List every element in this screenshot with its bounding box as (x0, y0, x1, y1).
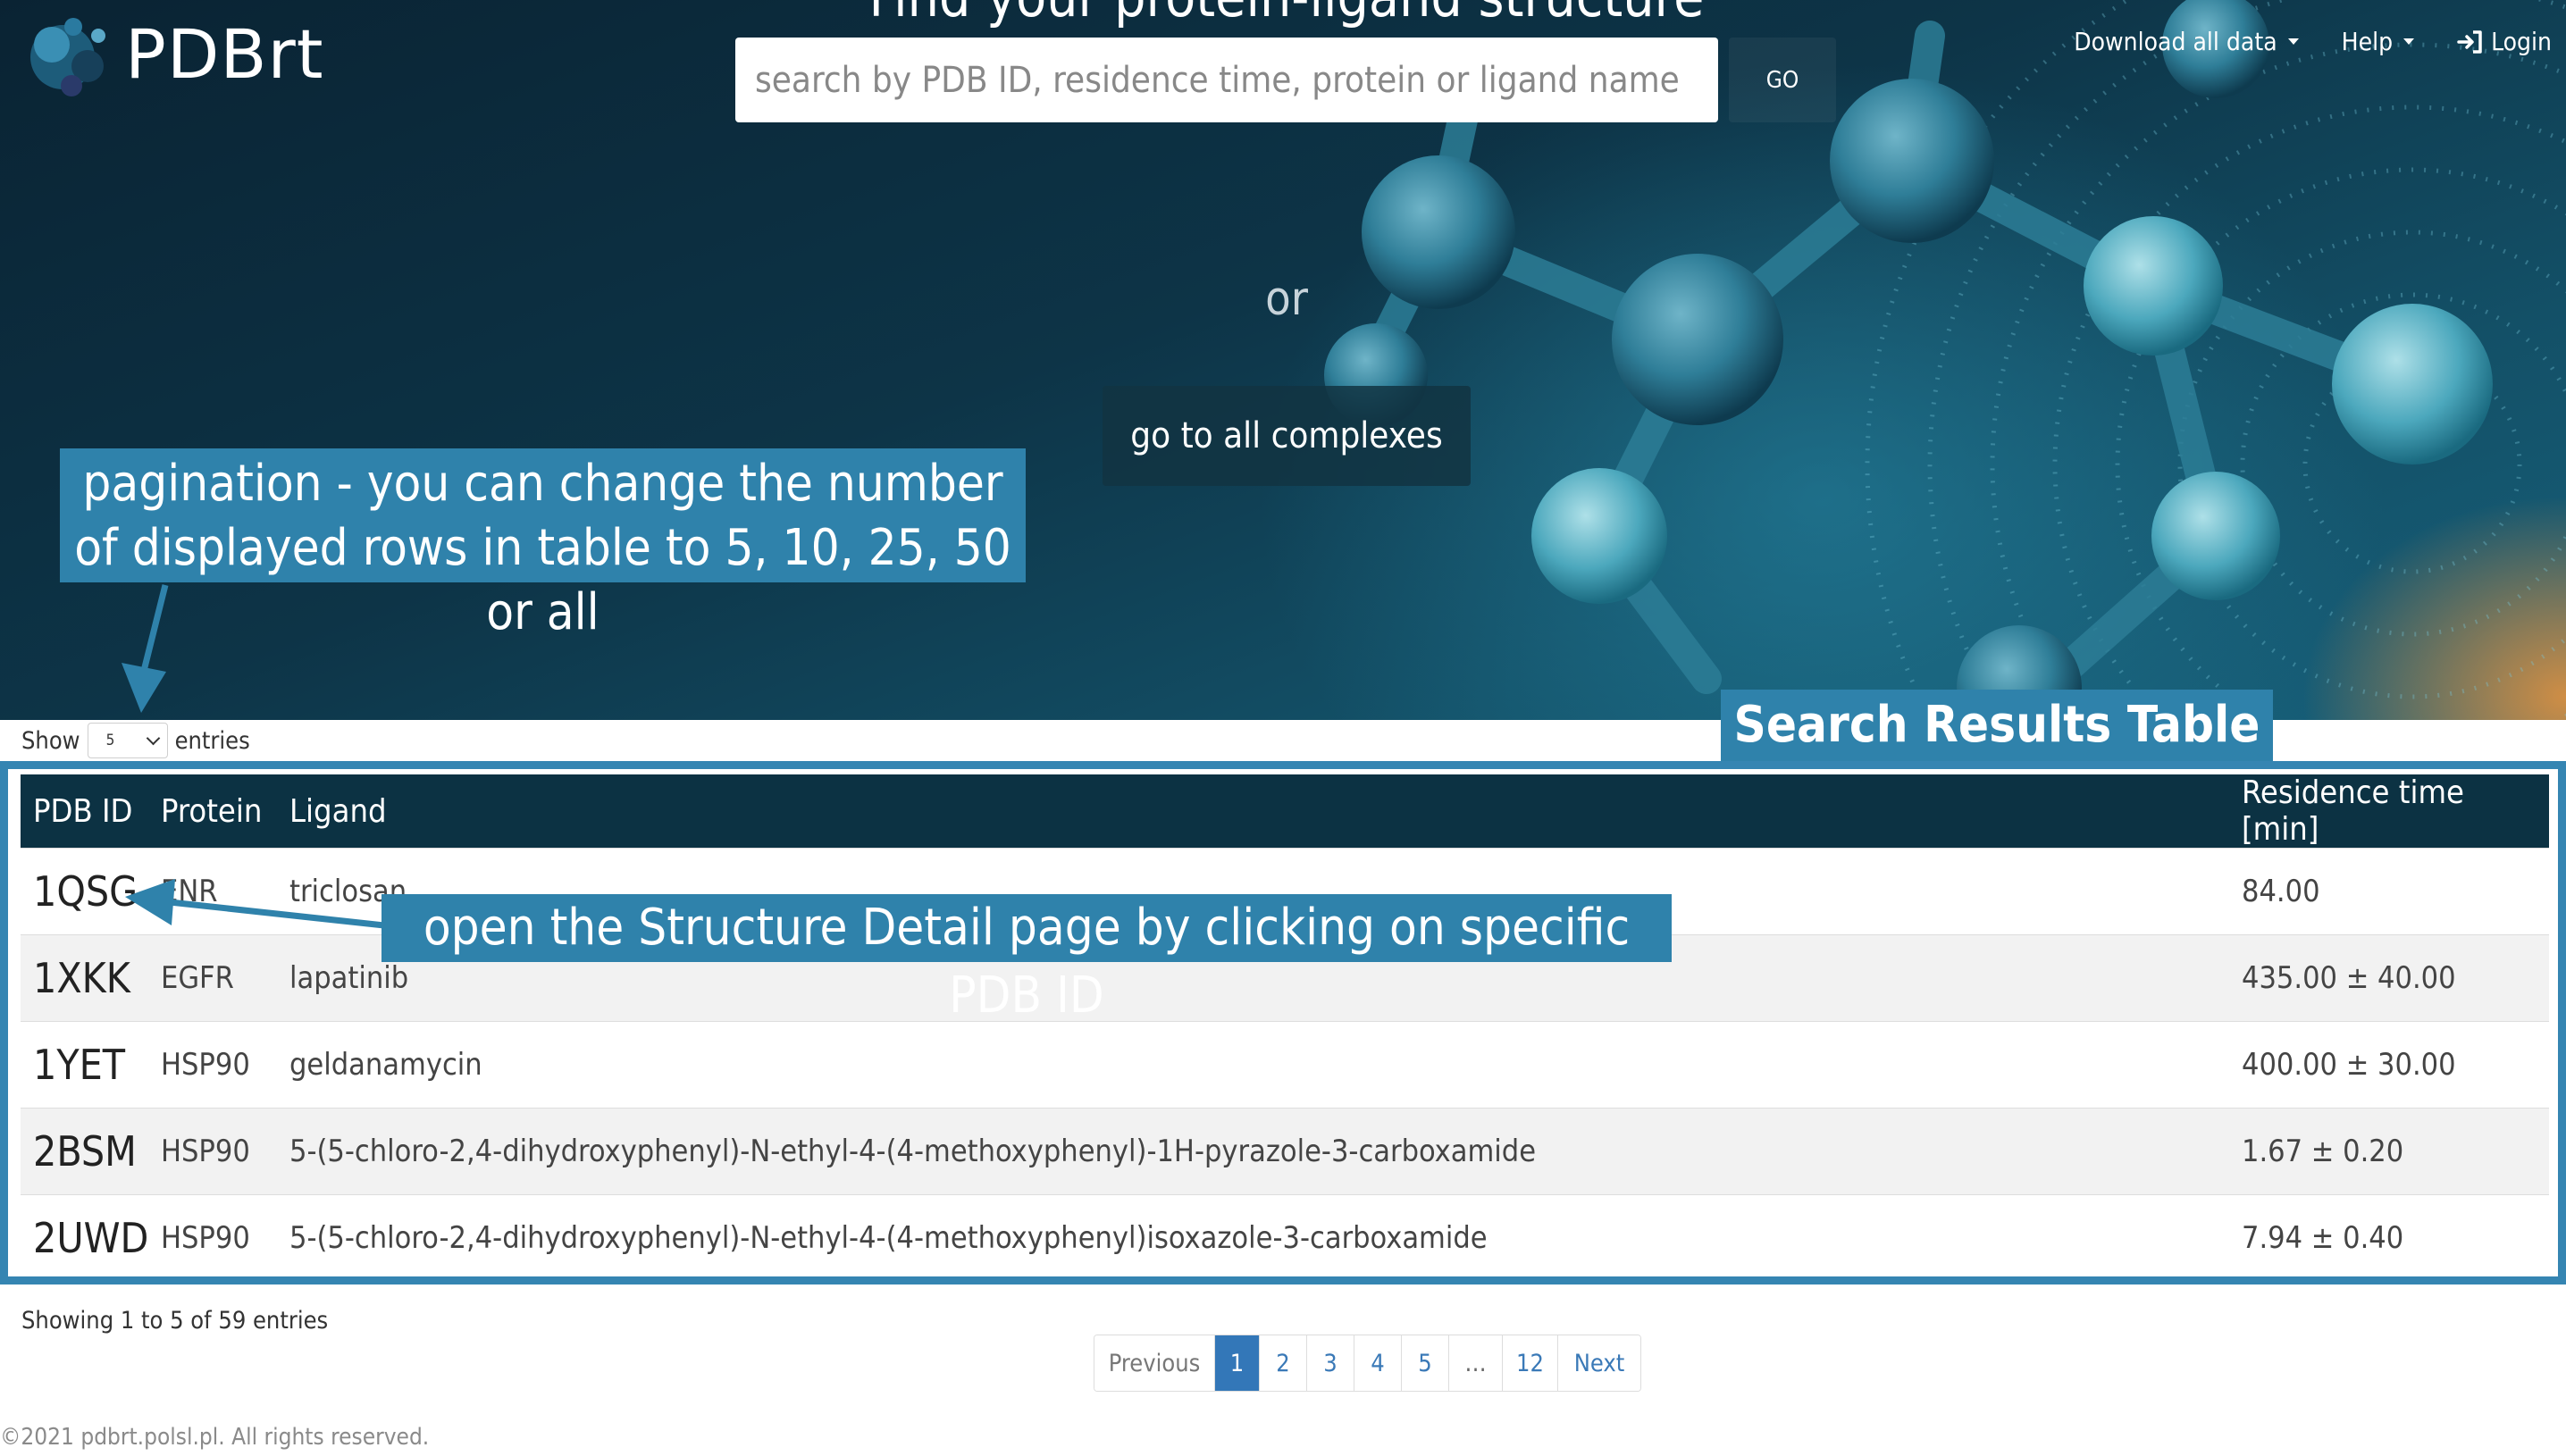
pdb-id-link[interactable]: 1YET (33, 1041, 125, 1089)
login-link[interactable]: Login (2457, 27, 2552, 56)
help-menu[interactable]: Help (2341, 27, 2415, 56)
residence-time-cell: 84.00 (2229, 848, 2549, 935)
residence-time-cell: 7.94 ± 0.40 (2229, 1194, 2549, 1282)
hero-banner: PDBrt Find your protein-ligand structure… (0, 0, 2566, 720)
login-icon (2457, 29, 2482, 54)
go-button[interactable]: GO (1729, 38, 1836, 122)
column-header-protein[interactable]: Protein (148, 774, 277, 849)
pdb-id-cell: 2BSM (21, 1108, 148, 1195)
table-row: 2BSM HSP90 5-(5-chloro-2,4-dihydroxyphen… (21, 1108, 2549, 1195)
logo-icon (30, 18, 105, 96)
or-separator: or (1265, 272, 1308, 326)
logo[interactable]: PDBrt (18, 9, 324, 98)
results-table-annotation: Search Results Table (1721, 690, 2273, 761)
pdb-id-cell: 2UWD (21, 1194, 148, 1282)
download-all-data-menu[interactable]: Download all data (2074, 27, 2299, 56)
ligand-cell: 5-(5-chloro-2,4-dihydroxyphenyl)-N-ethyl… (277, 1108, 2229, 1195)
detail-annotation: open the Structure Detail page by clicki… (382, 894, 1672, 1025)
download-all-data-label: Download all data (2074, 27, 2277, 56)
page-button-2[interactable]: 2 (1260, 1335, 1307, 1391)
protein-cell: EGFR (148, 934, 277, 1022)
pdb-id-link[interactable]: 2BSM (33, 1127, 137, 1176)
pagination: Previous 1 2 3 4 5 … 12 Next (1094, 1335, 1641, 1392)
ligand-cell: geldanamycin (277, 1021, 2229, 1109)
protein-cell: ENR (148, 848, 277, 935)
protein-cell: HSP90 (148, 1194, 277, 1282)
table-header-row: PDB ID Protein Ligand Residence time [mi… (21, 774, 2549, 849)
show-label: Show (21, 726, 80, 755)
pdb-id-cell: 1YET (21, 1021, 148, 1109)
page-button-3[interactable]: 3 (1307, 1335, 1354, 1391)
top-navigation: Download all data Help Login (2074, 27, 2552, 56)
pdb-id-link[interactable]: 2UWD (33, 1214, 148, 1262)
residence-time-cell: 1.67 ± 0.20 (2229, 1108, 2549, 1195)
page-size-select[interactable]: 5 (87, 723, 168, 758)
go-to-all-complexes-button[interactable]: go to all complexes (1103, 386, 1471, 486)
help-label: Help (2341, 27, 2394, 56)
column-header-pdb-id[interactable]: PDB ID (21, 774, 148, 849)
previous-page-button[interactable]: Previous (1094, 1335, 1215, 1391)
page-size-value: 5 (105, 732, 115, 749)
pdb-id-link[interactable]: 1QSG (33, 867, 138, 916)
residence-time-cell: 435.00 ± 40.00 (2229, 934, 2549, 1022)
protein-cell: HSP90 (148, 1108, 277, 1195)
login-label: Login (2491, 27, 2552, 56)
page-button-1[interactable]: 1 (1215, 1335, 1260, 1391)
search-input[interactable] (735, 38, 1718, 122)
entries-label: entries (174, 726, 250, 755)
column-header-residence-time[interactable]: Residence time [min] (2229, 774, 2549, 849)
hero-title: Find your protein-ligand structure (733, 0, 1841, 29)
pagination-annotation: pagination - you can change the number o… (60, 448, 1026, 641)
page-button-12[interactable]: 12 (1503, 1335, 1558, 1391)
protein-cell: HSP90 (148, 1021, 277, 1109)
copyright: ©2021 pdbrt.polsl.pl. All rights reserve… (0, 1424, 430, 1451)
page-button-4[interactable]: 4 (1354, 1335, 1402, 1391)
table-row: 2UWD HSP90 5-(5-chloro-2,4-dihydroxyphen… (21, 1194, 2549, 1282)
ligand-cell: 5-(5-chloro-2,4-dihydroxyphenyl)-N-ethyl… (277, 1194, 2229, 1282)
entries-summary: Showing 1 to 5 of 59 entries (21, 1307, 329, 1335)
logo-text: PDBrt (125, 13, 324, 94)
pdb-id-cell: 1QSG (21, 848, 148, 935)
caret-down-icon (2403, 38, 2415, 45)
next-page-button[interactable]: Next (1558, 1335, 1640, 1391)
page-ellipsis: … (1449, 1335, 1503, 1391)
pdb-id-link[interactable]: 1XKK (33, 954, 130, 1002)
pdb-id-cell: 1XKK (21, 934, 148, 1022)
page-size-control: Show 5 entries (21, 720, 250, 761)
chevron-down-icon (146, 731, 160, 746)
column-header-ligand[interactable]: Ligand (277, 774, 2229, 849)
table-row: 1YET HSP90 geldanamycin 400.00 ± 30.00 (21, 1021, 2549, 1109)
results-table: PDB ID Protein Ligand Residence time [mi… (21, 774, 2549, 1282)
residence-time-cell: 400.00 ± 30.00 (2229, 1021, 2549, 1109)
page-button-5[interactable]: 5 (1402, 1335, 1449, 1391)
caret-down-icon (2287, 38, 2299, 45)
